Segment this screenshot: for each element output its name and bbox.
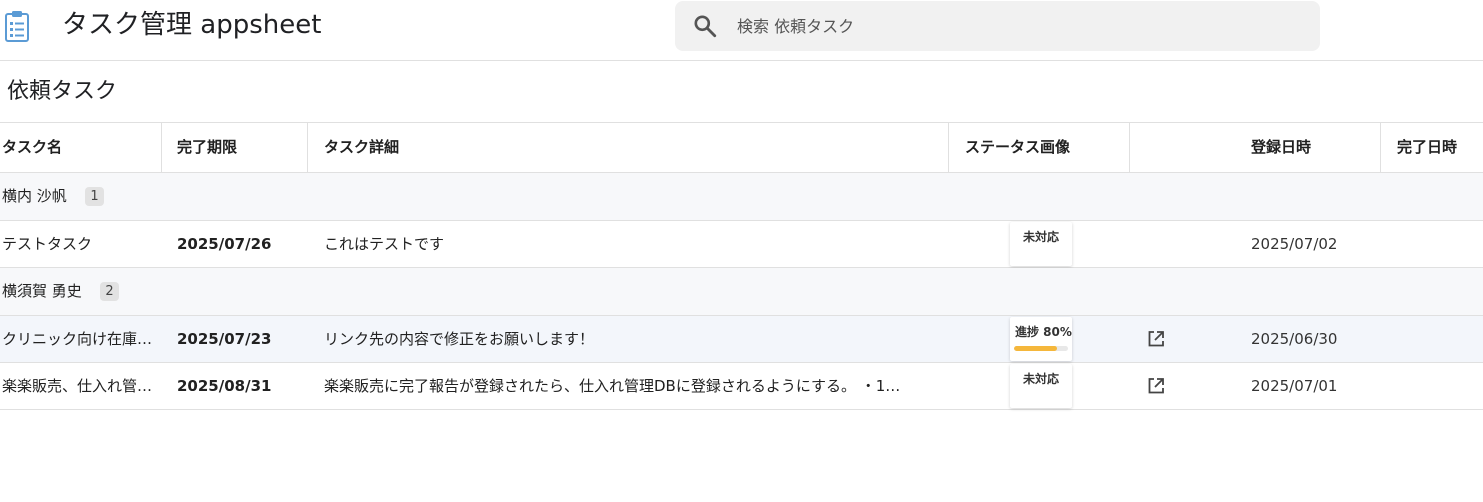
column-divider[interactable] [161,123,162,172]
status-label: 未対応 [1022,230,1059,244]
app-title: タスク管理 appsheet [62,10,322,40]
task-name-cell: クリニック向け在庫… [2,330,153,348]
column-divider[interactable] [1380,123,1381,172]
task-detail-cell: これはテストです [324,235,445,253]
clipboard-list-icon[interactable] [4,10,30,42]
due-date-cell: 2025/08/31 [177,377,272,395]
status-label: 未対応 [1022,372,1059,386]
due-date-cell: 2025/07/26 [177,235,272,253]
task-detail-cell: 楽楽販売に完了報告が登録されたら、仕入れ管理DBに登録されるようにする。 ・1… [324,377,901,395]
top-app-bar: タスク管理 appsheet [0,0,1483,61]
task-name-cell: テストタスク [2,235,93,253]
table-row[interactable]: クリニック向け在庫… 2025/07/23 リンク先の内容で修正をお願いします！… [0,316,1483,363]
column-header-completed-date[interactable]: 完了日時 [1397,123,1457,172]
group-header[interactable]: 横須賀 勇史 2 [0,268,1483,316]
status-image: 進捗 80% [1010,317,1072,361]
registered-date-cell: 2025/07/01 [1251,377,1338,395]
column-divider[interactable] [948,123,949,172]
group-name: 横須賀 勇史 [2,282,82,300]
task-name-cell: 楽楽販売、仕入れ管… [2,377,153,395]
table-header-row: タスク名 完了期限 タスク詳細 ステータス画像 登録日時 完了日時 [0,123,1483,173]
group-header[interactable]: 横内 沙帆 1 [0,173,1483,221]
table-row[interactable]: テストタスク 2025/07/26 これはテストです 未対応 2025/07/0… [0,221,1483,268]
status-image: 未対応 [1010,222,1072,266]
column-header-due-date[interactable]: 完了期限 [177,123,237,172]
table-row[interactable]: 楽楽販売、仕入れ管… 2025/08/31 楽楽販売に完了報告が登録されたら、仕… [0,363,1483,410]
view-title: 依頼タスク [7,79,118,104]
column-divider[interactable] [307,123,308,172]
group-name: 横内 沙帆 [2,187,67,205]
registered-date-cell: 2025/07/02 [1251,235,1338,253]
group-count-badge: 1 [85,187,104,206]
search-bar[interactable] [675,1,1320,51]
registered-date-cell: 2025/06/30 [1251,330,1338,348]
column-header-status-image[interactable]: ステータス画像 [965,123,1070,172]
status-image: 未対応 [1010,364,1072,408]
open-in-new-icon[interactable] [1146,376,1166,396]
search-icon[interactable] [692,13,718,39]
column-header-task-detail[interactable]: タスク詳細 [324,123,399,172]
open-in-new-icon[interactable] [1146,329,1166,349]
status-label: 進捗 80% [1015,325,1072,339]
column-divider[interactable] [1129,123,1130,172]
progress-fill [1014,346,1058,351]
search-input[interactable] [737,11,1297,41]
task-table: タスク名 完了期限 タスク詳細 ステータス画像 登録日時 完了日時 横内 沙帆 … [0,122,1483,410]
due-date-cell: 2025/07/23 [177,330,272,348]
column-header-registered-date[interactable]: 登録日時 [1251,123,1311,172]
progress-bar [1014,346,1068,351]
column-header-task-name[interactable]: タスク名 [2,123,62,172]
group-count-badge: 2 [100,282,119,301]
task-detail-cell: リンク先の内容で修正をお願いします！ [324,330,595,348]
